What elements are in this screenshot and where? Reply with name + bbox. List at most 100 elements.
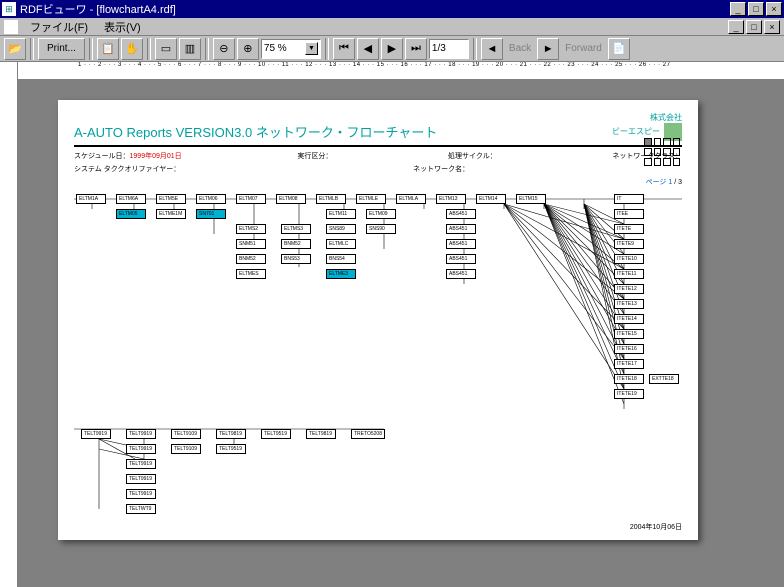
window-titlebar: ⊞ RDFビューワ - [flowchartA4.rdf] _ □ × <box>0 0 784 18</box>
hand-button[interactable]: ✋ <box>121 38 143 60</box>
info-button[interactable]: 📄 <box>608 38 630 60</box>
open-button[interactable]: 📂 <box>4 38 26 60</box>
last-page-button[interactable]: ⏭ <box>405 38 427 60</box>
copy-button[interactable]: 📋 <box>97 38 119 60</box>
zoom-in-button[interactable]: ⊕ <box>237 38 259 60</box>
flowchart-node: ELTMS2 <box>236 224 266 234</box>
flowchart-node: ABS451 <box>446 224 476 234</box>
flowchart-node: TELT9519 <box>261 429 291 439</box>
maximize-button[interactable]: □ <box>748 2 764 16</box>
canvas-area[interactable]: A-AUTO Reports VERSION3.0 ネットワーク・フローチャート… <box>18 80 784 587</box>
flowchart-node: ITETE19 <box>614 389 644 399</box>
close-button[interactable]: × <box>766 2 782 16</box>
flowchart-node: ELTM07 <box>236 194 266 204</box>
vertical-ruler <box>0 62 18 587</box>
flowchart-node: TELT9919 <box>126 489 156 499</box>
mdi-maximize-button[interactable]: □ <box>746 20 762 34</box>
zoom-dropdown[interactable]: 75 % <box>261 39 321 59</box>
back-nav-button[interactable]: ◄ <box>481 38 503 60</box>
flowchart-node: ITETE10 <box>614 254 644 264</box>
schedule-label: スケジュール日： <box>74 153 130 160</box>
flowchart-node: TELT9519 <box>216 444 246 454</box>
network-label: ネットワーク名： <box>413 164 469 174</box>
multi-page-button[interactable]: ▥ <box>179 38 201 60</box>
flowchart-node: ELTM14 <box>476 194 506 204</box>
flowchart-node: ITEE <box>614 209 644 219</box>
horizontal-ruler: 1 · · · 2 · · · 3 · · · 4 · · · 5 · · · … <box>18 62 784 80</box>
flowchart-node: IT <box>614 194 644 204</box>
flowchart-node: ITETE11 <box>614 269 644 279</box>
flowchart-node: ITETE9 <box>614 239 644 249</box>
flowchart-node: TRETO5208 <box>351 429 385 439</box>
flowchart-lines <box>74 189 682 509</box>
next-page-button[interactable]: ▶ <box>381 38 403 60</box>
page-counter: ページ 1 / 3 <box>74 177 682 187</box>
print-button[interactable]: Print... <box>38 38 85 60</box>
flowchart-node: ELTM06 <box>196 194 226 204</box>
menubar: ファイル(F) 表示(V) _ □ × <box>0 18 784 36</box>
zoom-out-button[interactable]: ⊖ <box>213 38 235 60</box>
schedule-value: 1999年09月01日 <box>130 153 182 160</box>
menu-view[interactable]: 表示(V) <box>96 19 149 35</box>
flowchart-node: ELTME3 <box>326 269 356 279</box>
app-icon: ⊞ <box>2 2 16 16</box>
flowchart-node: ELTMLE <box>356 194 386 204</box>
flowchart-node: SNS89 <box>326 224 356 234</box>
flowchart-node: TELT9819 <box>216 429 246 439</box>
toolbar: 📂 Print... 📋 ✋ ▭ ▥ ⊖ ⊕ 75 % ⏮ ◀ ▶ ⏭ ◄ Ba… <box>0 36 784 62</box>
flowchart-node: SN701 <box>196 209 226 219</box>
page-input[interactable] <box>429 39 469 59</box>
flowchart-node: BNM52 <box>281 239 311 249</box>
flowchart-node: ELTMLA <box>396 194 426 204</box>
flowchart-node: ABS451 <box>446 269 476 279</box>
page-title: A-AUTO Reports VERSION3.0 ネットワーク・フローチャート <box>74 122 612 141</box>
flowchart-node: TELT9919 <box>81 429 111 439</box>
window-title: RDFビューワ - [flowchartA4.rdf] <box>20 1 730 17</box>
forward-label: Forward <box>561 43 606 54</box>
flowchart-node: TELT9919 <box>126 459 156 469</box>
single-page-button[interactable]: ▭ <box>155 38 177 60</box>
forward-nav-button[interactable]: ► <box>537 38 559 60</box>
flowchart-node: TELT9109 <box>171 429 201 439</box>
page-grid-indicator <box>642 136 682 168</box>
flowchart-node: ELTMS3 <box>281 224 311 234</box>
flowchart-node: TELT9109 <box>171 444 201 454</box>
flowchart-node: BNS54 <box>326 254 356 264</box>
flowchart-node: ITETE15 <box>614 329 644 339</box>
flowchart-node: ELTM11 <box>326 209 356 219</box>
flowchart: ELTM05 ELTME1M SN701 ELTMS2 ELTMS3 ELTM1… <box>74 189 682 509</box>
back-label: Back <box>505 43 535 54</box>
page-footer-date: 2004年10月06日 <box>630 522 682 532</box>
flowchart-node: ELTM15 <box>516 194 546 204</box>
flowchart-node: TELTWT9 <box>126 504 156 514</box>
flowchart-node: ELTMLB <box>316 194 346 204</box>
flowchart-node: ELTM05 <box>116 209 146 219</box>
flowchart-node: ELTMES <box>236 269 266 279</box>
flowchart-node: SNM51 <box>236 239 266 249</box>
flowchart-node: ELTME1M <box>156 209 186 219</box>
flowchart-node: ELTM13 <box>436 194 466 204</box>
minimize-button[interactable]: _ <box>730 2 746 16</box>
mdi-close-button[interactable]: × <box>764 20 780 34</box>
flowchart-node: ITETE16 <box>614 344 644 354</box>
cycle-label: 処理サイクル： <box>448 151 497 161</box>
flowchart-node: ITETE14 <box>614 314 644 324</box>
prev-page-button[interactable]: ◀ <box>357 38 379 60</box>
flowchart-node: ELTM09 <box>366 209 396 219</box>
system-label: システム タククオリファイヤー： <box>74 164 180 174</box>
flowchart-node: ITETE17 <box>614 359 644 369</box>
flowchart-node: ABS451 <box>446 239 476 249</box>
first-page-button[interactable]: ⏮ <box>333 38 355 60</box>
flowchart-node: SNS90 <box>366 224 396 234</box>
flowchart-node: ELTM5E <box>156 194 186 204</box>
mdi-minimize-button[interactable]: _ <box>728 20 744 34</box>
flowchart-node: BNS53 <box>281 254 311 264</box>
flowchart-node: TELT9919 <box>126 474 156 484</box>
workspace: 1 · · · 2 · · · 3 · · · 4 · · · 5 · · · … <box>0 62 784 587</box>
flowchart-node: ABS451 <box>446 209 476 219</box>
flowchart-node: ITETE <box>614 224 644 234</box>
menu-file[interactable]: ファイル(F) <box>22 19 96 35</box>
flowchart-node: ELTM1A <box>76 194 106 204</box>
flowchart-node: ITETE12 <box>614 284 644 294</box>
flowchart-node: EXTTE18 <box>649 374 679 384</box>
